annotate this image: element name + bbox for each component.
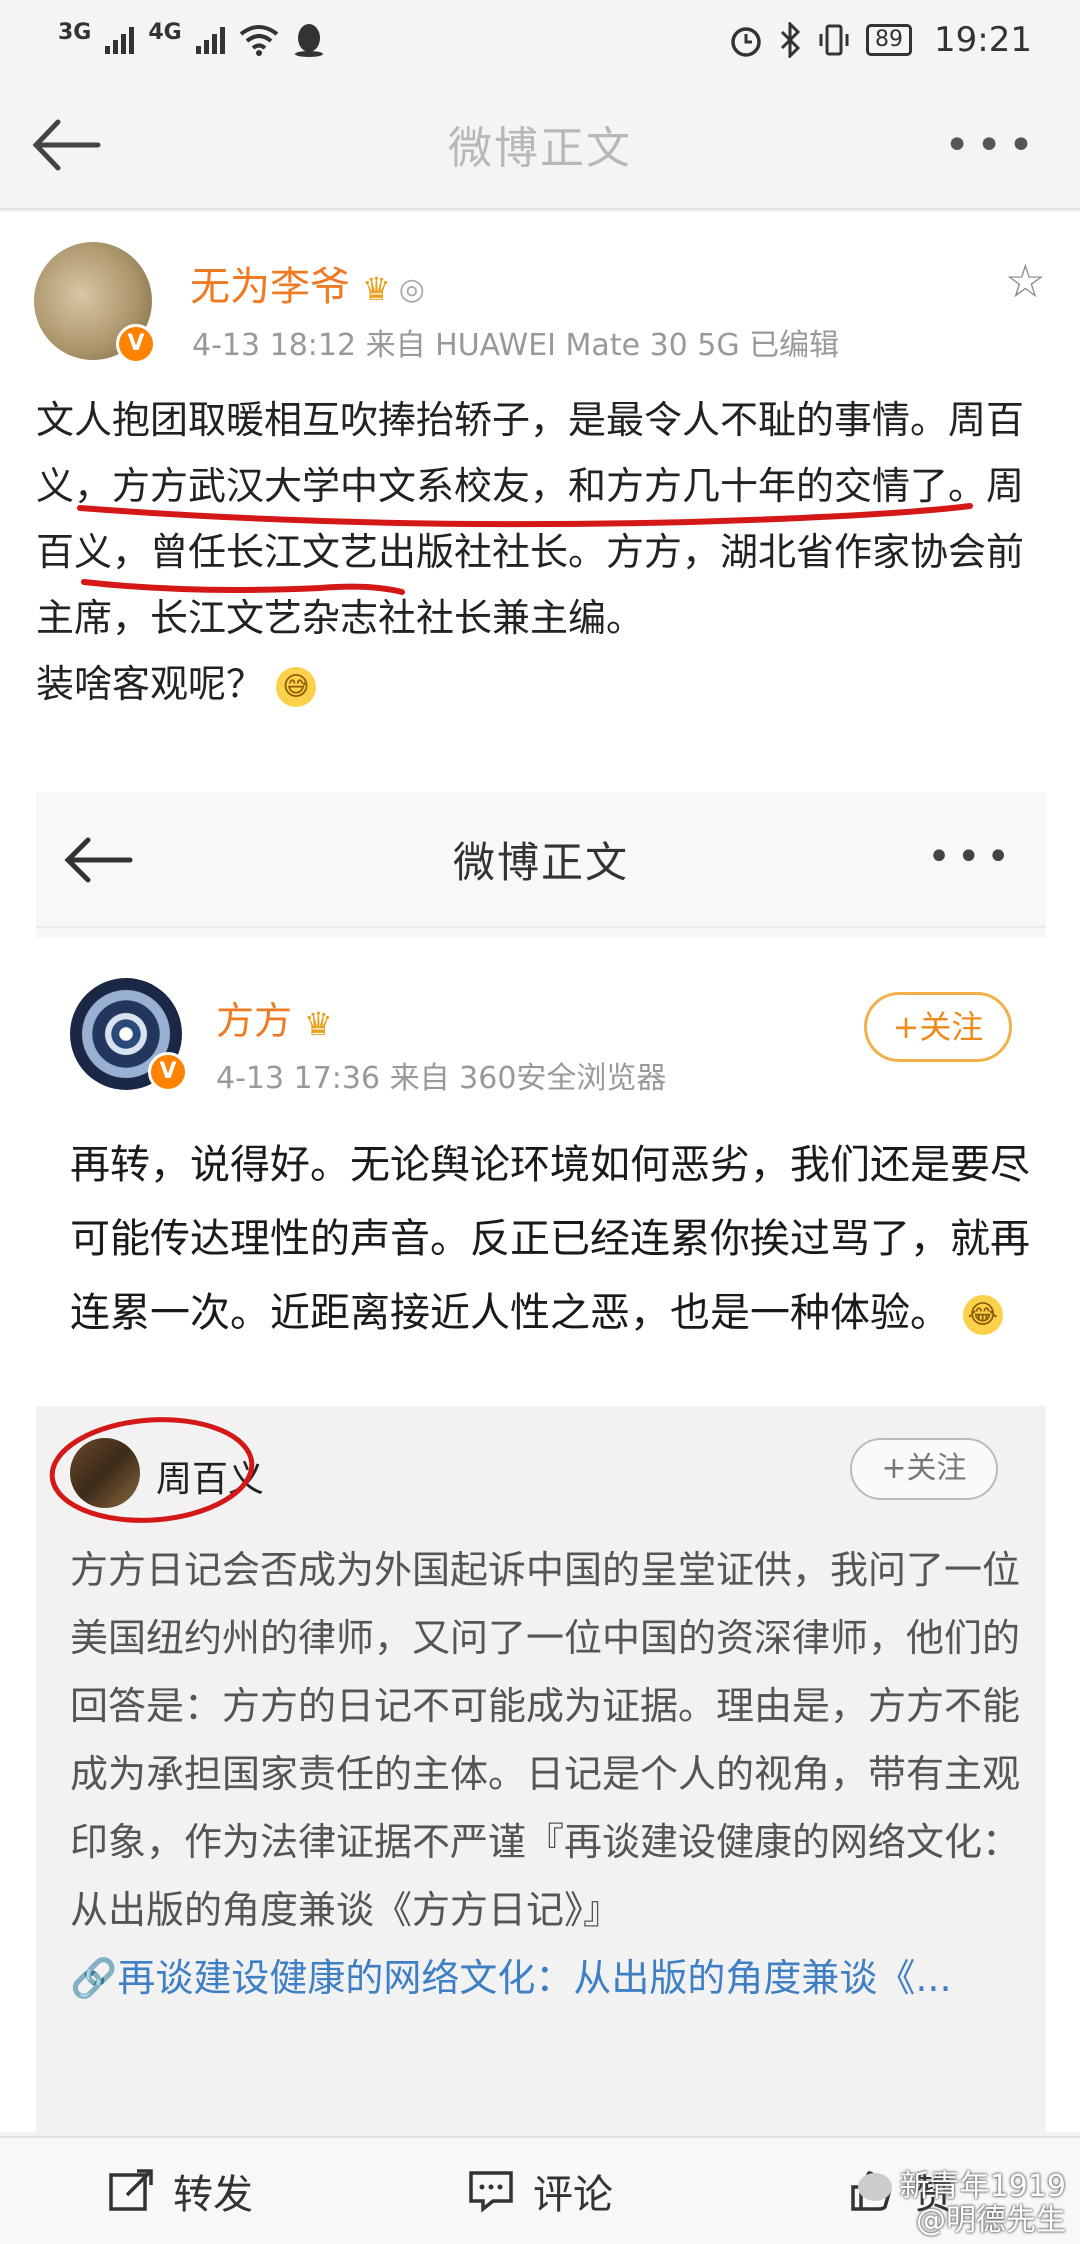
back-arrow-icon bbox=[64, 837, 133, 883]
post-body-text: 文人抱团取暖相互吹捧抬轿子，是最令人不耻的事情。周百义，方方武汉大学中文系校友，… bbox=[36, 398, 1025, 640]
repost-button[interactable]: 转发 bbox=[0, 2162, 360, 2220]
signal-bars-icon bbox=[105, 26, 135, 54]
quoted-author: 周百义 bbox=[156, 1459, 265, 1500]
repost-icon bbox=[109, 2169, 153, 2211]
quoted-article-link: 🔗再谈建设健康的网络文化：从出版的角度兼谈《... bbox=[70, 1956, 952, 2000]
embedded-meta: 4-13 17:36 来自 360安全浏览器 bbox=[216, 1061, 667, 1096]
comment-button[interactable]: 评论 bbox=[360, 2162, 720, 2220]
back-arrow-icon[interactable] bbox=[28, 110, 108, 180]
status-right: 89 19:21 bbox=[728, 20, 1032, 60]
embedded-title: 微博正文 bbox=[452, 837, 629, 887]
bluetooth-icon bbox=[780, 22, 801, 58]
quoted-body: 方方日记会否成为外国起诉中国的呈堂证供，我问了一位美国纽约州的律师，又问了一位中… bbox=[70, 1536, 1020, 2012]
status-time: 19:21 bbox=[934, 20, 1032, 60]
quoted-body-text: 方方日记会否成为外国起诉中国的呈堂证供，我问了一位美国纽约州的律师，又问了一位中… bbox=[70, 1548, 1021, 1932]
page-title: 微博正文 bbox=[448, 123, 632, 174]
follow-button: +关注 bbox=[850, 1438, 998, 1500]
laughing-cry-emoji-icon: 😂 bbox=[962, 1295, 1003, 1335]
watermark: 新青年1919 @明德先生 bbox=[857, 2169, 1066, 2238]
signal-type-1: 3G bbox=[58, 19, 92, 45]
avatar[interactable]: V bbox=[34, 242, 156, 364]
embedded-post-card: V 方方 ♛ 4-13 17:36 来自 360安全浏览器 +关注 再转，说得好。… bbox=[36, 938, 1046, 2138]
signal-bars-icon bbox=[195, 26, 225, 54]
repost-label: 转发 bbox=[173, 2172, 253, 2218]
author-name-text: 无为李爷 bbox=[190, 264, 350, 310]
embedded-top-bar: 微博正文 ••• bbox=[36, 792, 1046, 928]
avatar: V bbox=[70, 978, 188, 1092]
wechat-icon bbox=[857, 2173, 892, 2201]
comment-icon bbox=[469, 2171, 513, 2213]
verified-badge-icon: V bbox=[116, 324, 156, 364]
app-top-bar: 微博正文 ••• bbox=[0, 80, 1080, 210]
status-left: 3G 4G bbox=[58, 19, 325, 58]
bottom-action-bar: 转发 评论 赞 新青年1919 @明德先生 bbox=[0, 2136, 1080, 2244]
battery-indicator: 89 bbox=[866, 24, 913, 56]
follow-button: +关注 bbox=[864, 992, 1012, 1062]
post-body-end: 装啥客观呢？ bbox=[36, 662, 265, 706]
embedded-author-text: 方方 bbox=[216, 999, 293, 1043]
embedded-author: 方方 ♛ bbox=[216, 990, 333, 1045]
favorite-star-icon[interactable]: ☆ bbox=[1005, 254, 1046, 308]
author-name[interactable]: 无为李爷 ♛ ◎ bbox=[190, 254, 425, 312]
vibrate-icon bbox=[819, 24, 849, 56]
alarm-icon bbox=[731, 27, 761, 57]
wifi-icon bbox=[239, 25, 278, 56]
avatar bbox=[70, 1438, 140, 1508]
comment-label: 评论 bbox=[533, 2172, 613, 2218]
embedded-body-text: 再转，说得好。无论舆论环境如何恶劣，我们还是要尽可能传达理性的声音。反正已经连累… bbox=[70, 1142, 1030, 1336]
watermark-line1: 新青年1919 bbox=[899, 2169, 1066, 2204]
more-options-icon: ••• bbox=[927, 834, 1016, 880]
embedded-screenshot: 微博正文 ••• V 方方 ♛ 4-13 17:36 来自 360安全浏览器 +关… bbox=[36, 792, 1046, 2138]
verified-badge-icon: V bbox=[148, 1052, 188, 1092]
qq-icon bbox=[294, 24, 323, 57]
embedded-body: 再转，说得好。无论舆论环境如何恶劣，我们还是要尽可能传达理性的声音。反正已经连累… bbox=[70, 1128, 1030, 1350]
signal-type-2: 4G bbox=[148, 19, 182, 45]
crown-icon: ♛ bbox=[362, 270, 391, 308]
medal-icon: ◎ bbox=[398, 271, 425, 307]
crown-icon: ♛ bbox=[304, 1004, 333, 1043]
status-bar: 3G 4G 89 19:21 bbox=[0, 0, 1080, 80]
sweat-emoji-icon: 😅 bbox=[276, 666, 317, 707]
watermark-line2: @明德先生 bbox=[916, 2203, 1066, 2238]
weibo-post: V 无为李爷 ♛ ◎ 4-13 18:12 来自 HUAWEI Mate 30 5G… bbox=[0, 212, 1080, 2138]
post-body: 文人抱团取暖相互吹捧抬轿子，是最令人不耻的事情。周百义，方方武汉大学中文系校友，… bbox=[36, 387, 1046, 717]
post-meta: 4-13 18:12 来自 HUAWEI Mate 30 5G 已编辑 bbox=[192, 328, 840, 363]
quoted-post: 周百义 +关注 方方日记会否成为外国起诉中国的呈堂证供，我问了一位美国纽约州的律… bbox=[36, 1406, 1046, 2138]
more-options-icon[interactable]: ••• bbox=[944, 120, 1040, 171]
